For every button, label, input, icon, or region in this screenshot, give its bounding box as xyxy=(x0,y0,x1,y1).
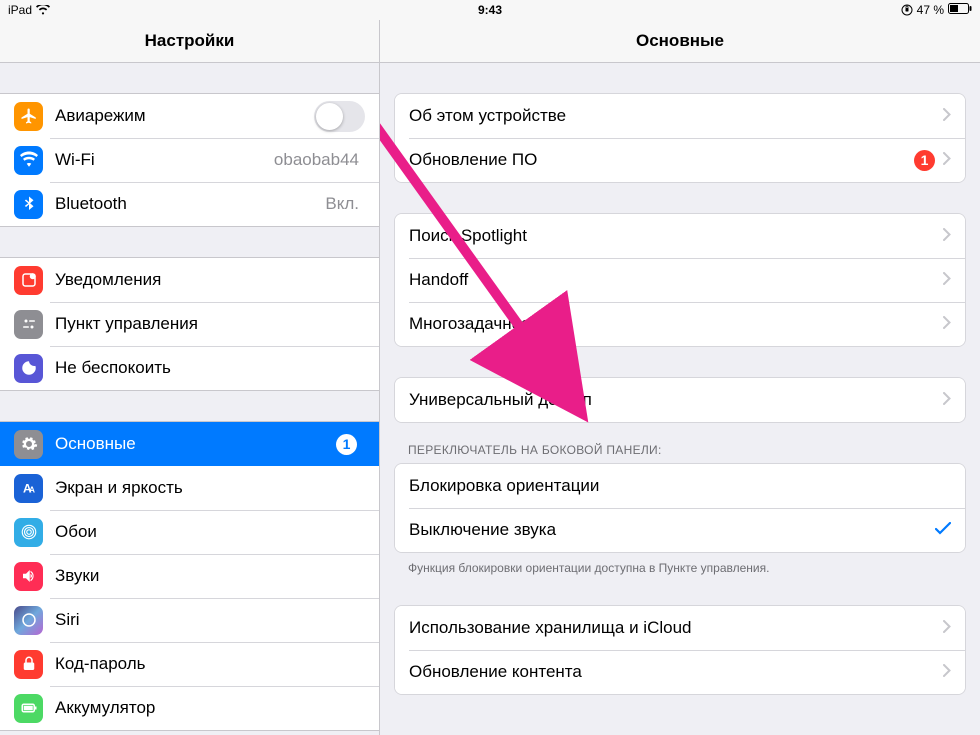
detail-item-multitask[interactable]: Многозадачность xyxy=(395,302,965,346)
sidebar-item-siri[interactable]: Siri xyxy=(0,598,379,642)
sidebar-item-passcode[interactable]: Код-пароль xyxy=(0,642,379,686)
sidebar-item-battery[interactable]: Аккумулятор xyxy=(0,686,379,730)
status-bar: iPad 9:43 47 % xyxy=(0,0,980,20)
battery-label: 47 % xyxy=(917,3,944,17)
wifi-icon xyxy=(36,5,50,15)
passcode-icon xyxy=(14,650,43,679)
section-footer: Функция блокировки ориентации доступна в… xyxy=(380,553,980,575)
detail-item-label: Обновление ПО xyxy=(409,150,914,170)
sidebar-item-label: Bluetooth xyxy=(55,194,325,214)
detail-item-swupdate[interactable]: Обновление ПО1 xyxy=(395,138,965,182)
sidebar-item-controlcenter[interactable]: Пункт управления xyxy=(0,302,379,346)
sidebar-item-label: Звуки xyxy=(55,566,365,586)
display-icon: AA xyxy=(14,474,43,503)
sidebar-item-label: Код-пароль xyxy=(55,654,365,674)
sidebar-scroll[interactable]: АвиарежимWi-Fiobaobab44BluetoothВкл.Увед… xyxy=(0,63,379,735)
detail-item-handoff[interactable]: Handoff xyxy=(395,258,965,302)
detail-scroll[interactable]: Об этом устройстве Обновление ПО1 Поиск Sp… xyxy=(380,63,980,735)
detail-item-label: Handoff xyxy=(409,270,943,290)
sidebar-item-label: Обои xyxy=(55,522,365,542)
sidebar-item-label: Аккумулятор xyxy=(55,698,365,718)
sidebar-item-bluetooth[interactable]: BluetoothВкл. xyxy=(0,182,379,226)
detail-item-accessibility[interactable]: Универсальный доступ xyxy=(395,378,965,422)
chevron-right-icon xyxy=(943,270,951,290)
detail-item-lockrot[interactable]: Блокировка ориентации xyxy=(395,464,965,508)
chevron-right-icon xyxy=(943,106,951,126)
chevron-right-icon xyxy=(943,150,951,170)
chevron-right-icon xyxy=(943,390,951,410)
clock: 9:43 xyxy=(478,3,502,17)
detail-title: Основные xyxy=(380,20,980,63)
airplane-toggle[interactable] xyxy=(314,101,365,132)
sidebar-item-label: Siri xyxy=(55,610,365,630)
sidebar-item-general[interactable]: Основные1 xyxy=(0,422,379,466)
sidebar-item-notifications[interactable]: Уведомления xyxy=(0,258,379,302)
section-header: ПЕРЕКЛЮЧАТЕЛЬ НА БОКОВОЙ ПАНЕЛИ: xyxy=(380,423,980,463)
settings-sidebar: Настройки АвиарежимWi-Fiobaobab44Bluetoo… xyxy=(0,20,380,735)
siri-icon xyxy=(14,606,43,635)
chevron-right-icon xyxy=(943,662,951,682)
bluetooth-icon xyxy=(14,190,43,219)
badge: 1 xyxy=(914,150,935,171)
detail-item-storage[interactable]: Использование хранилища и iCloud xyxy=(395,606,965,650)
sidebar-item-sounds[interactable]: Звуки xyxy=(0,554,379,598)
sidebar-item-label: Wi-Fi xyxy=(55,150,274,170)
detail-item-label: Блокировка ориентации xyxy=(409,476,951,496)
badge: 1 xyxy=(336,434,357,455)
sidebar-item-dnd[interactable]: Не беспокоить xyxy=(0,346,379,390)
detail-item-label: Многозадачность xyxy=(409,314,943,334)
detail-item-label: Поиск Spotlight xyxy=(409,226,943,246)
detail-item-label: Об этом устройстве xyxy=(409,106,943,126)
dnd-icon xyxy=(14,354,43,383)
sidebar-item-display[interactable]: AA Экран и яркость xyxy=(0,466,379,510)
detail-item-label: Выключение звука xyxy=(409,520,935,540)
sidebar-item-wallpaper[interactable]: Обои xyxy=(0,510,379,554)
sidebar-item-value: obaobab44 xyxy=(274,150,359,170)
svg-text:A: A xyxy=(29,486,35,495)
chevron-right-icon xyxy=(943,618,951,638)
general-icon xyxy=(14,430,43,459)
detail-item-label: Обновление контента xyxy=(409,662,943,682)
airplane-icon xyxy=(14,102,43,131)
sidebar-item-label: Не беспокоить xyxy=(55,358,365,378)
notifications-icon xyxy=(14,266,43,295)
detail-item-spotlight[interactable]: Поиск Spotlight xyxy=(395,214,965,258)
sidebar-title: Настройки xyxy=(0,20,379,63)
sidebar-item-wifi[interactable]: Wi-Fiobaobab44 xyxy=(0,138,379,182)
sounds-icon xyxy=(14,562,43,591)
sidebar-item-airplane[interactable]: Авиарежим xyxy=(0,94,379,138)
wallpaper-icon xyxy=(14,518,43,547)
controlcenter-icon xyxy=(14,310,43,339)
sidebar-item-label: Экран и яркость xyxy=(55,478,365,498)
detail-item-label: Универсальный доступ xyxy=(409,390,943,410)
detail-item-mute[interactable]: Выключение звука xyxy=(395,508,965,552)
sidebar-item-label: Уведомления xyxy=(55,270,365,290)
detail-item-label: Использование хранилища и iCloud xyxy=(409,618,943,638)
detail-item-bgrefresh[interactable]: Обновление контента xyxy=(395,650,965,694)
device-label: iPad xyxy=(8,3,32,17)
sidebar-item-label: Пункт управления xyxy=(55,314,365,334)
chevron-right-icon xyxy=(943,226,951,246)
chevron-right-icon xyxy=(943,314,951,334)
sidebar-item-label: Основные xyxy=(55,434,336,454)
sidebar-item-value: Вкл. xyxy=(325,194,359,214)
sidebar-item-label: Авиарежим xyxy=(55,106,314,126)
wifi-icon xyxy=(14,146,43,175)
battery-icon xyxy=(948,3,972,17)
checkmark-icon xyxy=(935,520,951,540)
detail-pane: Основные Об этом устройстве Обновление ПО… xyxy=(380,20,980,735)
battery-icon xyxy=(14,694,43,723)
detail-item-about[interactable]: Об этом устройстве xyxy=(395,94,965,138)
orientation-lock-icon xyxy=(901,4,913,16)
